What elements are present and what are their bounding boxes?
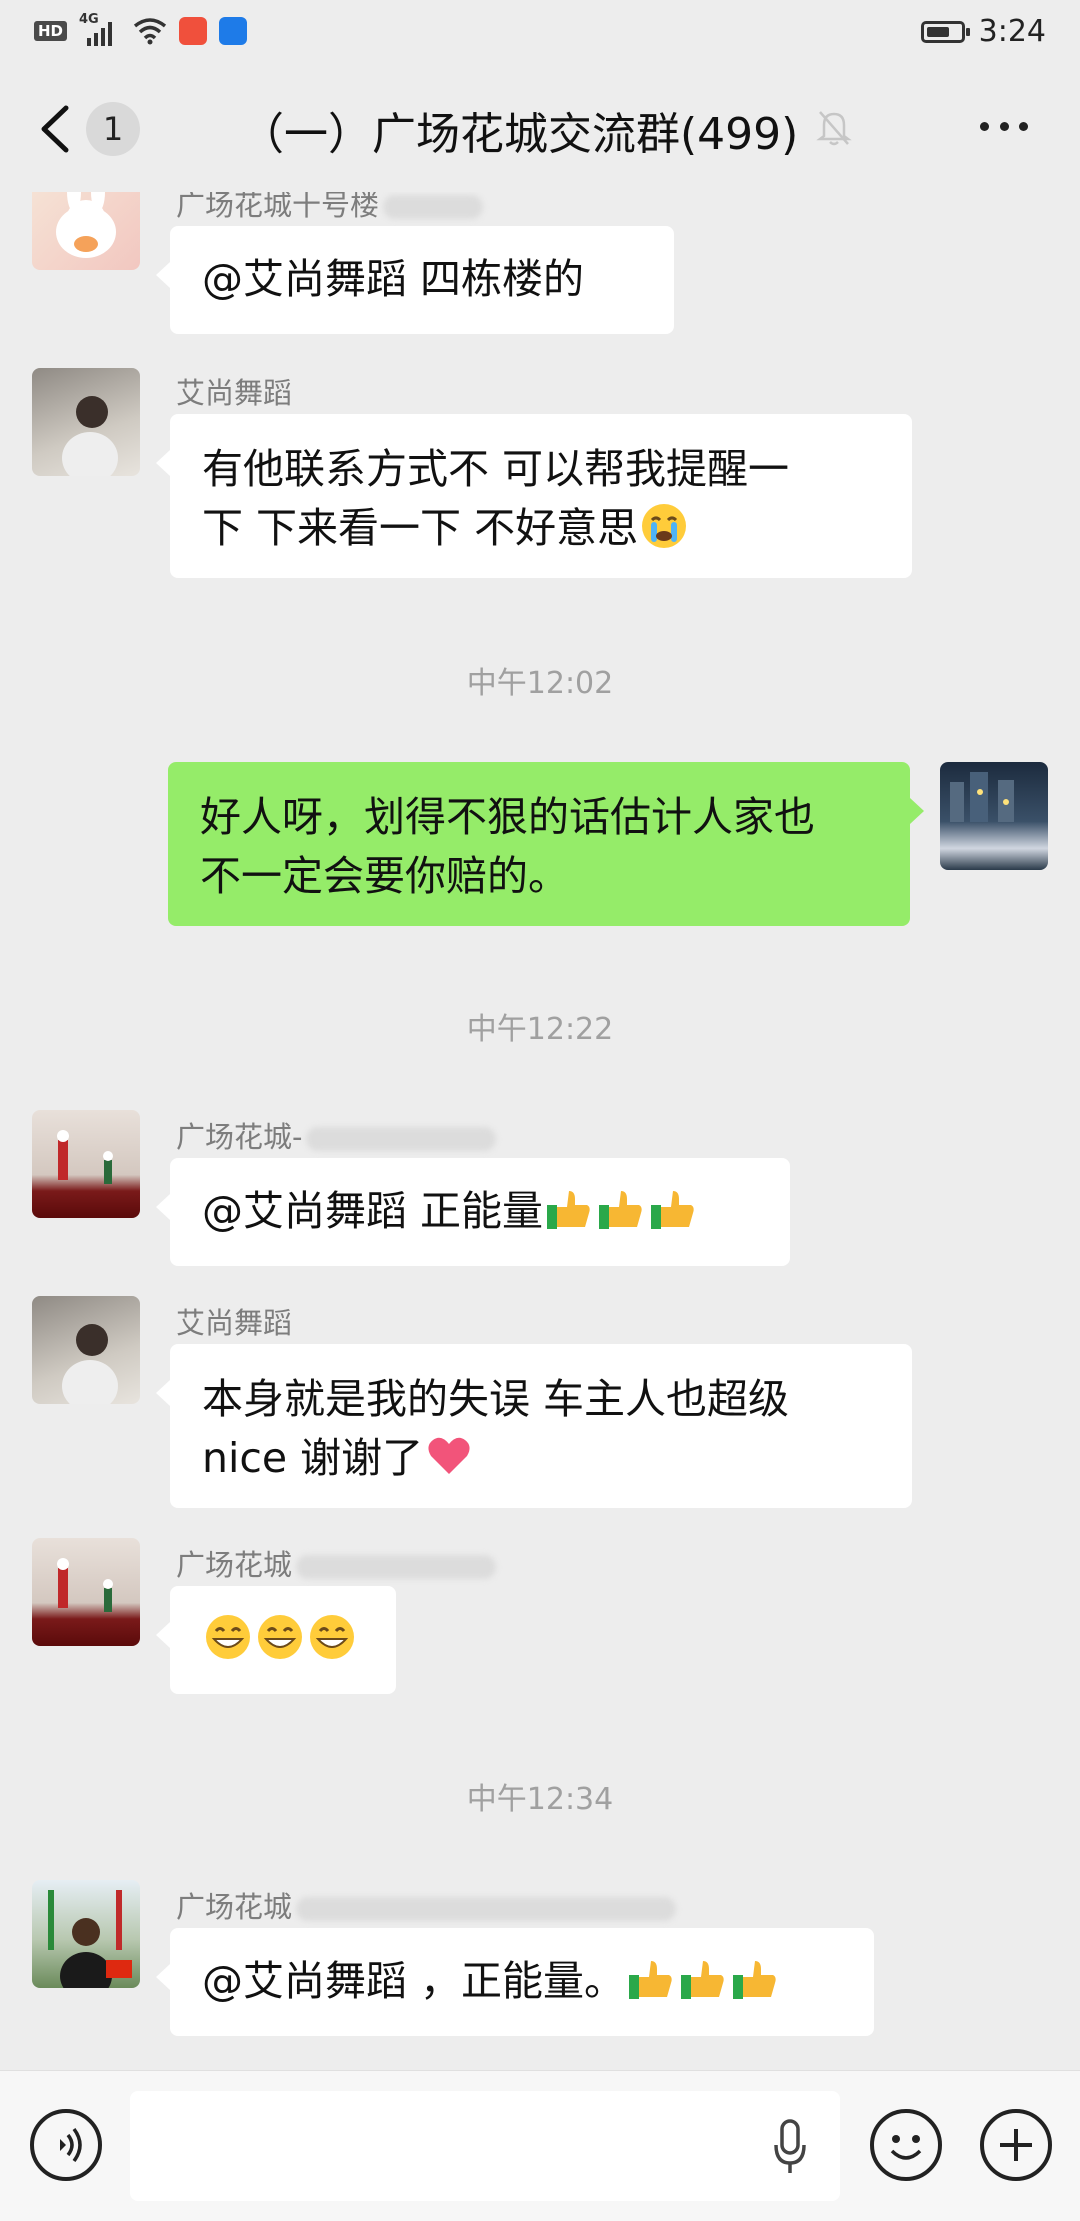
timestamp: 中午12:34 — [466, 1782, 614, 1817]
my-avatar[interactable] — [940, 762, 1048, 870]
hd-indicator: HD — [34, 21, 68, 41]
message-list[interactable]: 广场花城十号楼 @艾尚舞蹈 四栋楼的 艾尚舞蹈 有他联系方式不 可以帮我提醒一 … — [0, 192, 1080, 2070]
clock: 3:24 — [978, 14, 1046, 49]
message-text: @艾尚舞蹈 正能量 — [202, 1187, 544, 1235]
heart-icon — [428, 1437, 470, 1474]
sender-name: 广场花城 — [176, 1548, 293, 1582]
message-text-line: 好人呀，划得不狠的话估计人家也 — [200, 793, 815, 841]
battery-icon — [920, 20, 970, 43]
message-input[interactable] — [130, 2091, 840, 2201]
message-bubble[interactable]: 有他联系方式不 可以帮我提醒一 下 下来看一下 不好意思 — [156, 414, 912, 578]
message-text-line: 不一定会要你赔的。 — [200, 852, 569, 900]
figurine-avatar-icon — [57, 1558, 113, 1612]
avatar[interactable] — [32, 1538, 140, 1646]
mic-icon[interactable] — [770, 2117, 810, 2177]
person-avatar-icon — [62, 396, 118, 476]
signal-icon: 4G — [79, 12, 121, 46]
emoji-icon[interactable] — [870, 2109, 942, 2181]
message-bubble[interactable]: @艾尚舞蹈 ，正能量。 — [156, 1928, 874, 2036]
sender-name: 艾尚舞蹈 — [176, 376, 293, 410]
message-text-line: 有他联系方式不 可以帮我提醒一 — [202, 445, 790, 493]
plus-icon[interactable] — [980, 2109, 1052, 2181]
thumbs-up-icon — [547, 1191, 590, 1229]
message-text: @艾尚舞蹈 ，正能量。 — [202, 1957, 626, 2005]
voice-icon[interactable] — [30, 2109, 102, 2181]
message-text-line: nice 谢谢了 — [202, 1434, 424, 1482]
message-bubble[interactable] — [156, 1586, 396, 1694]
sender-name: 广场花城 — [176, 1890, 293, 1924]
more-icon[interactable] — [980, 122, 1028, 134]
sender-name: 广场花城- — [176, 1120, 303, 1154]
city-night-avatar-icon — [950, 772, 1014, 822]
input-bar — [0, 2070, 1080, 2221]
message-text: @艾尚舞蹈 四栋楼的 — [202, 255, 585, 303]
shopping-app-icon — [179, 17, 208, 45]
grinning-face-icon — [206, 1615, 250, 1659]
thumbs-up-icon — [599, 1191, 642, 1229]
chat-title[interactable]: （一）广场花城交流群(499) — [240, 98, 798, 162]
bell-off-icon — [816, 111, 852, 146]
timestamp: 中午12:02 — [466, 666, 614, 701]
timestamp: 中午12:22 — [466, 1012, 614, 1047]
message-text-line: 本身就是我的失误 车主人也超级 — [202, 1375, 790, 1423]
bunny-avatar-icon — [56, 192, 116, 258]
person-avatar-icon — [62, 1324, 118, 1404]
grinning-face-icon — [258, 1615, 302, 1659]
avatar[interactable] — [32, 368, 140, 476]
status-bar: HD 4G 3:24 — [0, 0, 1080, 64]
thumbs-up-icon — [629, 1961, 672, 1999]
avatar[interactable] — [32, 1296, 140, 1404]
sender-name: 艾尚舞蹈 — [176, 1306, 293, 1340]
avatar[interactable] — [32, 1880, 140, 1988]
message-bubble[interactable]: 好人呀，划得不狠的话估计人家也 不一定会要你赔的。 — [168, 762, 924, 926]
person-flag-avatar-icon — [48, 1890, 132, 1988]
message-bubble[interactable]: 本身就是我的失误 车主人也超级 nice 谢谢了 — [156, 1344, 912, 1508]
grinning-face-icon — [310, 1615, 354, 1659]
message-bubble[interactable]: @艾尚舞蹈 正能量 — [156, 1158, 790, 1266]
avatar[interactable] — [32, 1110, 140, 1218]
thumbs-up-icon — [681, 1961, 724, 1999]
shield-app-icon — [219, 17, 248, 45]
avatar[interactable] — [32, 192, 140, 270]
unread-count-badge[interactable]: 1 — [86, 102, 140, 156]
figurine-avatar-icon — [57, 1130, 113, 1184]
crying-face-icon — [642, 504, 687, 548]
wifi-icon — [133, 18, 167, 45]
chat-header: 1 （一）广场花城交流群(499) — [0, 64, 1080, 192]
message-text-line: 下 下来看一下 不好意思 — [202, 504, 639, 552]
message-bubble[interactable]: @艾尚舞蹈 四栋楼的 — [156, 226, 674, 334]
thumbs-up-icon — [733, 1961, 776, 1999]
back-icon[interactable] — [36, 104, 76, 154]
thumbs-up-icon — [651, 1191, 694, 1229]
sender-name: 广场花城十号楼 — [176, 192, 380, 222]
